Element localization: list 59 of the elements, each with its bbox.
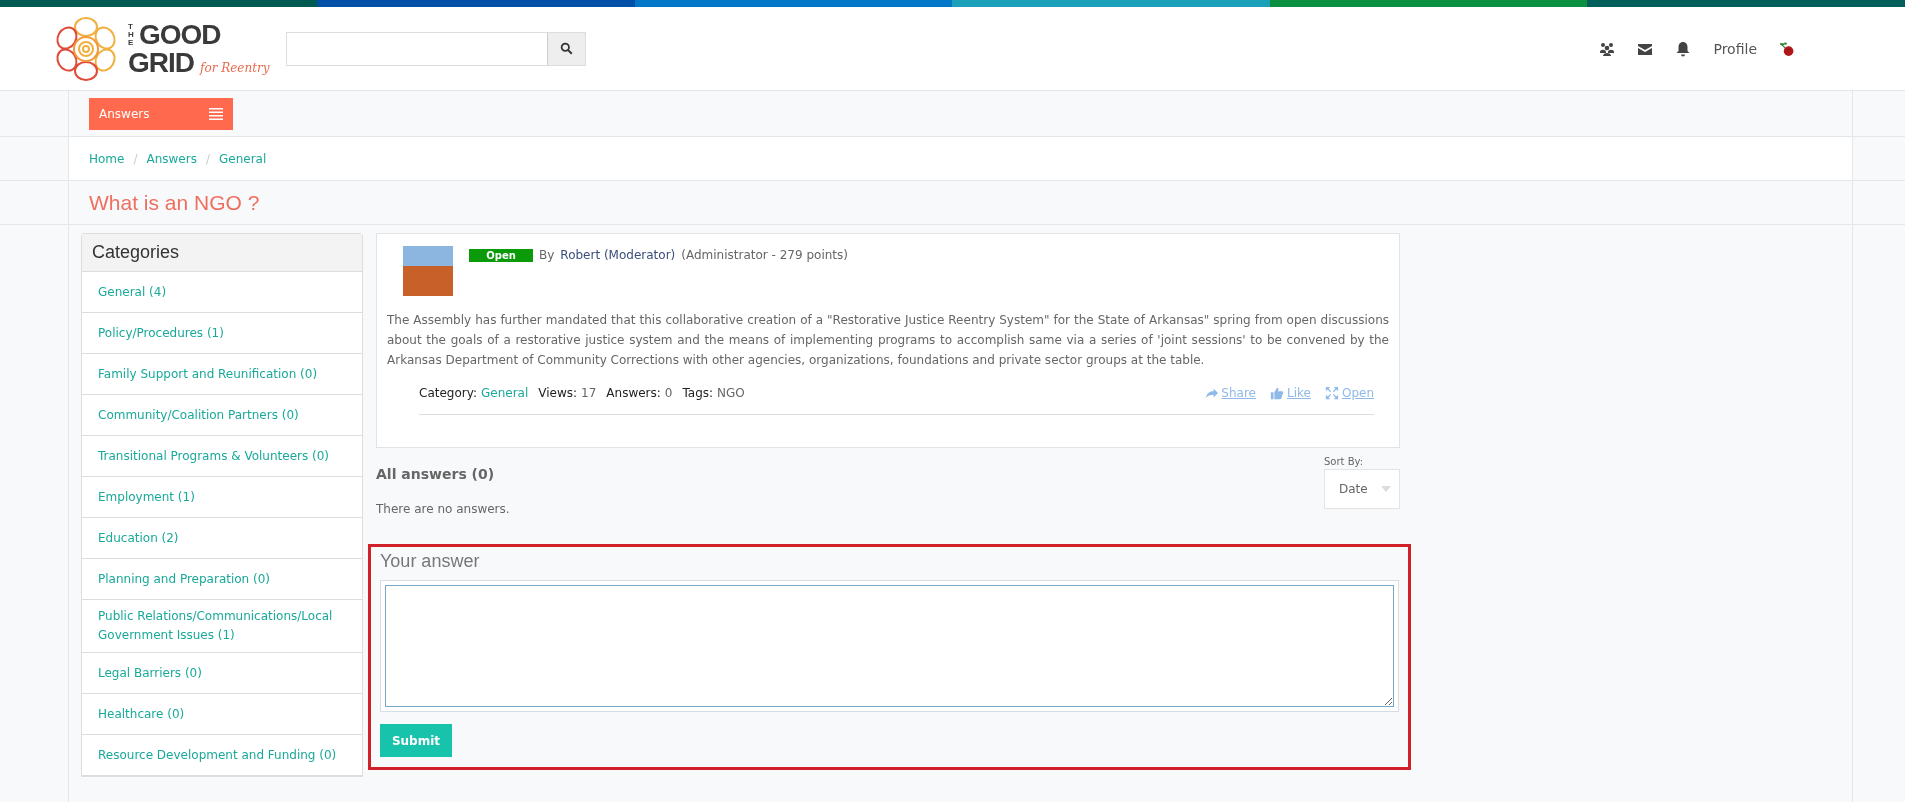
answers-menu-button[interactable]: Answers: [89, 97, 233, 130]
breadcrumb-link[interactable]: Home: [89, 151, 125, 166]
meta-value: 0: [664, 386, 673, 400]
menu-icon: [209, 107, 223, 120]
logo-tagline: for Reentry: [200, 61, 270, 74]
share-icon: [1204, 386, 1219, 400]
photo-placeholder: [403, 246, 453, 296]
bell-icon[interactable]: [1675, 40, 1692, 57]
empty-message: There are no answers.: [376, 502, 510, 516]
category-link[interactable]: General: [481, 386, 529, 400]
category-link[interactable]: Public Relations/Communications/Local Government Issues (1): [82, 600, 362, 653]
logo-text: GRID: [128, 48, 194, 77]
category-link[interactable]: Resource Development and Funding (0): [82, 735, 362, 776]
caret-icon: [1381, 486, 1391, 492]
breadcrumb-separator: /: [205, 151, 210, 166]
like-icon: [1270, 386, 1284, 400]
search-icon: [559, 42, 573, 55]
category-link[interactable]: General (4): [82, 272, 362, 313]
breadcrumb-separator: /: [133, 151, 138, 166]
byline-text: By: [539, 248, 555, 262]
group-icon[interactable]: [1599, 40, 1616, 57]
status-badge: Open: [469, 248, 533, 262]
category-link[interactable]: Transitional Programs & Volunteers (0): [82, 436, 362, 477]
meta-label: Views:: [538, 386, 578, 400]
sort-label: Sort By:: [1324, 456, 1365, 467]
expand-icon: [1324, 386, 1339, 400]
category-link[interactable]: Family Support and Reunification (0): [82, 354, 362, 395]
expand-link[interactable]: Open: [1324, 386, 1374, 400]
profile-link[interactable]: Profile: [1713, 40, 1757, 57]
share-link[interactable]: Share: [1204, 386, 1256, 400]
category-link[interactable]: Legal Barriers (0): [82, 653, 362, 694]
breadcrumb-link[interactable]: Answers: [146, 151, 197, 166]
meta-label: Tags:: [682, 386, 714, 400]
author-link[interactable]: Robert (Moderator): [560, 248, 676, 262]
category-link[interactable]: Healthcare (0): [82, 694, 362, 735]
breadcrumb-link[interactable]: General: [219, 151, 267, 166]
search-button[interactable]: [546, 32, 585, 65]
category-link[interactable]: Education (2): [82, 518, 362, 559]
logo-text: GOOD: [139, 20, 221, 49]
page-title: What is an NGO ?: [89, 190, 260, 215]
submit-button[interactable]: Submit: [380, 724, 452, 757]
logo-text: THE: [128, 22, 135, 47]
meta-label: Category:: [419, 386, 477, 400]
author-role: (Administrator - 279 points): [681, 248, 848, 262]
question-body: The Assembly has further mandated that this collaborative creation of a "Restorative Justice Reentry System" for the State of Arkansas" spring from open discussions about the goals of a restorative justice system and the means of implementing programs to accomplish same via a series of 'joint sessions' to be convened by the Arkansas Department of Community Corrections with other agencies, organizations, foundations and private sector groups at the table.: [387, 312, 1389, 369]
panel-title: Categories: [82, 234, 362, 272]
meta-label: Answers:: [606, 386, 661, 400]
meta-value: 17: [581, 386, 597, 400]
form-title: Your answer: [380, 551, 481, 572]
answer-field[interactable]: [385, 585, 1394, 707]
meta-value: NGO: [717, 386, 745, 400]
category-link[interactable]: Planning and Preparation (0): [82, 559, 362, 600]
category-link[interactable]: Employment (1): [82, 477, 362, 518]
sort-dropdown[interactable]: Date: [1324, 469, 1400, 509]
answers-heading: All answers (0): [376, 466, 496, 482]
like-link[interactable]: Like: [1270, 386, 1311, 400]
search-field[interactable]: [285, 31, 586, 66]
category-link[interactable]: Community/Coalition Partners (0): [82, 395, 362, 436]
category-link[interactable]: Policy/Procedures (1): [82, 313, 362, 354]
